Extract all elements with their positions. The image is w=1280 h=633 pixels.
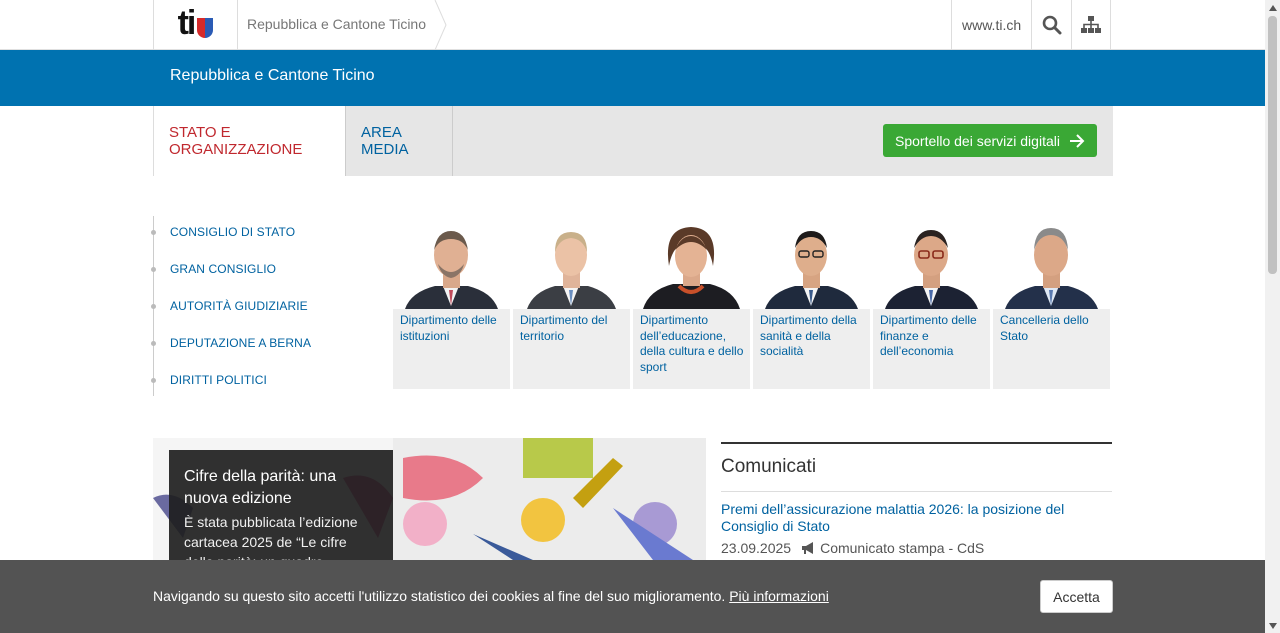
department-head-photo [873, 222, 990, 309]
department-card-istituzioni[interactable]: Dipartimento delle istituzioni [393, 222, 510, 389]
banner-title[interactable]: Repubblica e Cantone Ticino [170, 67, 375, 85]
breadcrumb-arrow-icon [434, 0, 447, 50]
department-card-cancelleria[interactable]: Cancelleria dello Stato [993, 222, 1110, 389]
comunicati-title: Comunicati [721, 456, 1112, 492]
arrow-right-icon [1070, 133, 1085, 148]
department-label: Dipartimento della sanità e della social… [753, 309, 870, 389]
department-label: Cancelleria dello Stato [993, 309, 1110, 389]
bullet-icon [151, 303, 156, 309]
comunicato-source-label: Comunicato stampa - CdS [820, 540, 985, 556]
logo-text: ti [177, 4, 197, 42]
section-divider [721, 442, 1112, 444]
featured-news-caption: Cifre della parità: una nuova edizione È… [169, 450, 393, 560]
cookie-accept-button[interactable]: Accetta [1040, 580, 1113, 613]
bullet-icon [151, 377, 156, 383]
top-bar: ti Repubblica e Cantone Ticino www.ti.ch [0, 0, 1265, 50]
featured-news-text: È stata pubblicata l’edizione cartacea 2… [184, 514, 358, 560]
digital-services-button[interactable]: Sportello dei servizi digitali [883, 124, 1097, 157]
department-head-photo [393, 222, 510, 309]
comunicato-link[interactable]: Premi dell’assicurazione malattia 2026: … [721, 501, 1112, 535]
featured-news-title[interactable]: Cifre della parità: una nuova edizione [184, 466, 378, 510]
department-label: Dipartimento dell’educazione, della cult… [633, 309, 750, 389]
comunicati-section: Comunicati Premi dell’assicurazione mala… [721, 442, 1112, 556]
digital-services-label: Sportello dei servizi digitali [895, 132, 1060, 149]
department-card-sanita[interactable]: Dipartimento della sanità e della social… [753, 222, 870, 389]
page-scrollbar[interactable] [1265, 0, 1280, 633]
cookie-banner: Navigando su questo sito accetti l'utili… [0, 560, 1265, 633]
featured-news[interactable]: Cifre della parità: una nuova edizione È… [153, 438, 706, 560]
bullet-icon [151, 229, 156, 235]
department-label: Dipartimento delle finanze e dell’econom… [873, 309, 990, 389]
cookie-text: Navigando su questo sito accetti l'utili… [153, 588, 726, 604]
cookie-message: Navigando su questo sito accetti l'utili… [153, 588, 829, 604]
leftnav-label: GRAN CONSIGLIO [170, 262, 277, 276]
department-head-photo [633, 222, 750, 309]
site-logo[interactable]: ti [153, 0, 238, 50]
sitemap-button[interactable] [1071, 0, 1112, 50]
department-card-territorio[interactable]: Dipartimento del territorio [513, 222, 630, 389]
cookie-more-info-link[interactable]: Più informazioni [729, 588, 829, 604]
departments-grid: Dipartimento delle istituzioni Dipartime… [393, 222, 1113, 389]
department-label: Dipartimento delle istituzioni [393, 309, 510, 389]
department-head-photo [513, 222, 630, 309]
department-head-photo [753, 222, 870, 309]
leftnav-label: DEPUTAZIONE A BERNA [170, 336, 312, 350]
leftnav-label: CONSIGLIO DI STATO [170, 225, 296, 239]
top-right-tools: www.ti.ch [951, 0, 1112, 50]
leftnav-label: AUTORITÀ GIUDIZIARIE [170, 299, 308, 313]
tab-stato-organizzazione[interactable]: STATO E ORGANIZZAZIONE [153, 106, 345, 176]
department-head-photo [993, 222, 1110, 309]
site-breadcrumb-title[interactable]: Repubblica e Cantone Ticino [247, 16, 426, 32]
leftnav-item-deputazione-a-berna[interactable]: DEPUTAZIONE A BERNA [151, 336, 312, 350]
comunicato-date: 23.09.2025 [721, 540, 792, 556]
left-navigation: CONSIGLIO DI STATO GRAN CONSIGLIO AUTORI… [151, 216, 353, 396]
scroll-down-icon[interactable] [1265, 618, 1280, 633]
search-button[interactable] [1031, 0, 1071, 50]
leftnav-item-diritti-politici[interactable]: DIRITTI POLITICI [151, 373, 267, 387]
bullet-icon [151, 340, 156, 346]
megaphone-icon [802, 542, 814, 554]
shield-icon [197, 18, 214, 38]
department-label: Dipartimento del territorio [513, 309, 630, 389]
department-card-finanze[interactable]: Dipartimento delle finanze e dell’econom… [873, 222, 990, 389]
comunicato-source: Comunicato stampa - CdS [801, 540, 984, 556]
leftnav-item-consiglio-di-stato[interactable]: CONSIGLIO DI STATO [151, 225, 296, 239]
sitemap-icon [1081, 16, 1102, 33]
tab-area-media[interactable]: AREA MEDIA [345, 106, 453, 176]
leftnav-label: DIRITTI POLITICI [170, 373, 267, 387]
scroll-up-icon[interactable] [1265, 0, 1280, 15]
department-card-educazione[interactable]: Dipartimento dell’educazione, della cult… [633, 222, 750, 389]
leftnav-item-autorita-giudiziarie[interactable]: AUTORITÀ GIUDIZIARIE [151, 299, 308, 313]
search-icon [1042, 15, 1062, 35]
external-site-link[interactable]: www.ti.ch [951, 0, 1031, 50]
section-tabs: STATO E ORGANIZZAZIONE AREA MEDIA Sporte… [153, 106, 1113, 176]
comunicato-meta: 23.09.2025 Comunicato stampa - CdS [721, 540, 1112, 556]
bullet-icon [151, 266, 156, 272]
leftnav-item-gran-consiglio[interactable]: GRAN CONSIGLIO [151, 262, 277, 276]
scrollbar-thumb[interactable] [1268, 16, 1277, 274]
site-banner: Repubblica e Cantone Ticino [0, 50, 1265, 106]
